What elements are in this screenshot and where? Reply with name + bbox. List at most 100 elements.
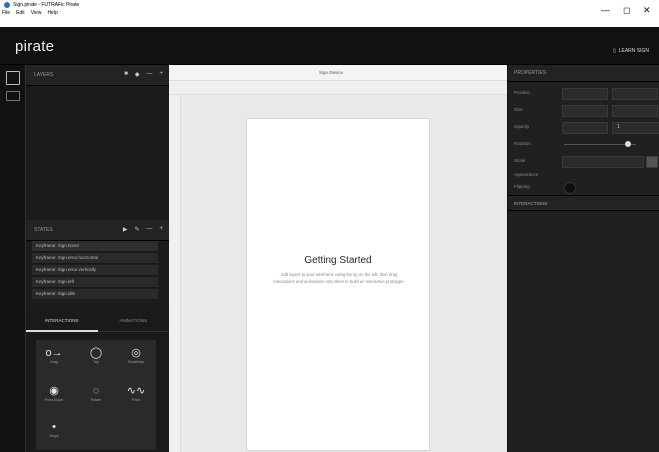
account-button[interactable]: ▯ LEARN SIGN	[613, 48, 649, 54]
prop-row-scale: Scale	[514, 155, 658, 168]
interaction-tap[interactable]: ◯ Tap	[82, 346, 110, 374]
prop-label: Opacity	[514, 124, 530, 129]
account-icon: ▯	[612, 48, 616, 54]
frame-tool-icon[interactable]	[6, 71, 20, 85]
maximize-button[interactable]: ◻	[623, 6, 630, 15]
prop-row-size: Size	[514, 104, 658, 117]
press-icon: ◉	[49, 385, 59, 397]
interaction-label: Pinch	[131, 398, 141, 402]
size-width-input[interactable]	[562, 105, 608, 117]
canvas-title: Sign Device	[319, 70, 344, 75]
position-x-input[interactable]	[562, 88, 608, 100]
menu-help[interactable]: Help	[47, 10, 57, 16]
doubletap-icon: ◎	[131, 347, 141, 359]
properties-section: PROPERTIES Position Size Opacity 1 Rotat…	[508, 65, 659, 195]
state-item[interactable]: Keyframe: Sign.left	[32, 277, 158, 288]
horizontal-ruler	[169, 81, 507, 95]
close-button[interactable]: ✕	[643, 6, 651, 15]
artboard[interactable]: Getting Started Add layers to your wiref…	[246, 118, 430, 451]
interaction-drag[interactable]: o→ Drag	[40, 346, 68, 374]
flip-toggle[interactable]	[564, 182, 576, 194]
layer-square-icon[interactable]: ■	[124, 71, 128, 78]
interaction-label: Press Down	[44, 398, 64, 402]
account-label: LEARN SIGN	[618, 48, 649, 54]
window-titlebar: Sign.pirate - FUTRAFic Pirate File Edit …	[0, 0, 659, 27]
tab-animations[interactable]: ANIMATIONS	[97, 310, 169, 332]
layers-label: LAYERS	[34, 72, 54, 78]
menu-view[interactable]: View	[31, 10, 42, 16]
rotate-icon: ◌	[92, 385, 100, 397]
states-panel: STATES ▶ ✎ — + Keyframe: Sign.hover Keyf…	[26, 220, 169, 310]
swipe-icon: •	[52, 421, 56, 433]
prop-label: Size	[514, 107, 523, 112]
size-height-input[interactable]	[612, 105, 658, 117]
prop-row-opacity: Opacity 1	[514, 121, 659, 134]
interaction-swipe[interactable]: • Swipe	[40, 420, 68, 448]
states-header: STATES ▶ ✎ — +	[26, 220, 169, 241]
canvas-toolbar: Sign Device	[169, 65, 507, 81]
getting-started-body: Add layers to your wireframe using the t…	[273, 272, 405, 284]
prop-row-appearance: Appearance	[514, 169, 654, 181]
layer-shape-icon[interactable]: ◆	[135, 71, 140, 78]
canvas-area[interactable]: Sign Device Getting Started Add layers t…	[169, 65, 507, 452]
states-label: STATES	[34, 227, 53, 233]
position-y-input[interactable]	[612, 88, 658, 100]
layers-panel: LAYERS ■ ◆ — +	[26, 65, 169, 220]
state-item[interactable]: Keyframe: Sign.error.vertically	[32, 265, 158, 276]
interactions-header-label: INTERACTIONS	[514, 201, 548, 206]
prop-label: Scale	[514, 158, 526, 163]
color-swatch[interactable]	[646, 156, 658, 168]
interaction-label: Swipe	[49, 434, 59, 438]
layer-remove-icon[interactable]: —	[146, 71, 152, 78]
interaction-label: Drag	[50, 360, 58, 364]
interaction-rotate[interactable]: ◌ Rotate	[82, 384, 110, 412]
rotation-slider-knob[interactable]	[625, 141, 632, 147]
interaction-label: Rotate	[90, 398, 102, 402]
pinch-icon: ∿∿	[126, 385, 146, 397]
interactions-tabs: INTERACTIONS ANIMATIONS	[26, 310, 169, 332]
interaction-label: Tap	[93, 360, 99, 364]
menu-bar: File Edit View Help	[2, 10, 58, 16]
layer-tool-icon[interactable]	[6, 91, 20, 101]
interaction-press[interactable]: ◉ Press Down	[40, 384, 68, 412]
window-title: Sign.pirate - FUTRAFic Pirate	[4, 2, 79, 8]
state-remove-icon[interactable]: —	[146, 226, 152, 233]
vertical-ruler	[169, 95, 181, 452]
play-icon[interactable]: ▶	[123, 226, 128, 233]
app-icon	[4, 2, 10, 8]
prop-label: Appearance	[514, 172, 539, 177]
minimize-button[interactable]: —	[601, 6, 610, 15]
opacity-value[interactable]: 1	[612, 122, 659, 134]
scale-input[interactable]	[562, 156, 644, 168]
tab-interactions[interactable]: INTERACTIONS	[26, 310, 98, 332]
interaction-pinch[interactable]: ∿∿ Pinch	[122, 384, 150, 412]
tool-strip	[0, 65, 26, 452]
menu-edit[interactable]: Edit	[16, 10, 25, 16]
properties-panel: PROPERTIES Position Size Opacity 1 Rotat…	[507, 65, 659, 452]
opacity-input[interactable]	[562, 122, 608, 134]
edit-icon[interactable]: ✎	[134, 226, 139, 233]
layer-add-icon[interactable]: +	[159, 71, 163, 78]
getting-started-title: Getting Started	[304, 255, 372, 266]
properties-header: PROPERTIES	[508, 65, 659, 82]
interactions-panel: INTERACTIONS ANIMATIONS o→ Drag ◯ Tap ◎ …	[26, 310, 169, 452]
state-item[interactable]: Keyframe: Sign.hover	[32, 241, 158, 252]
interactions-header: INTERACTIONS	[508, 195, 659, 211]
prop-row-position: Position	[514, 87, 658, 100]
interactions-grid: o→ Drag ◯ Tap ◎ Doubletap ◉ Press Down ◌…	[36, 340, 156, 450]
prop-row-rotation: Rotation	[514, 138, 654, 150]
prop-label: Rotation	[514, 141, 531, 146]
properties-label: PROPERTIES	[514, 70, 547, 76]
state-item[interactable]: Keyframe: Sign.idle	[32, 289, 158, 300]
app-logo: pirate	[15, 38, 55, 55]
drag-icon: o→	[45, 347, 63, 359]
tap-icon: ◯	[89, 347, 103, 359]
window-title-text: Sign.pirate - FUTRAFic Pirate	[13, 2, 80, 8]
menu-file[interactable]: File	[2, 10, 10, 16]
interaction-doubletap[interactable]: ◎ Doubletap	[122, 346, 150, 374]
app-header: pirate ▯ LEARN SIGN	[0, 27, 659, 65]
layers-header: LAYERS ■ ◆ — +	[26, 65, 169, 86]
prop-label: Position	[514, 90, 531, 95]
state-add-icon[interactable]: +	[159, 226, 163, 233]
state-item[interactable]: Keyframe: Sign.error.horizontal	[32, 253, 158, 264]
